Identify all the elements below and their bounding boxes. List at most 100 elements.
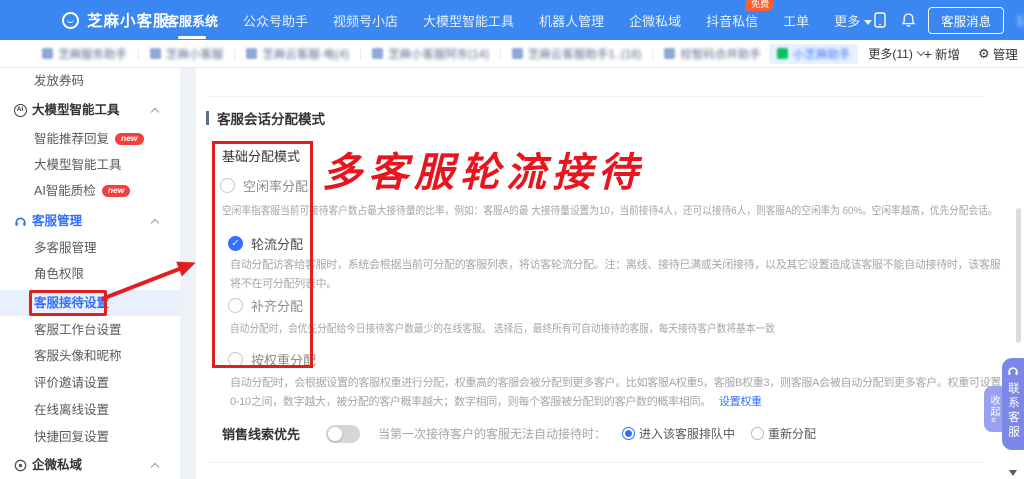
tabbar-actions: + 新增 ⚙ 管理: [924, 44, 1018, 63]
radio-label: 重新分配: [768, 425, 816, 442]
plus-icon: +: [924, 46, 932, 62]
account-tab-label: 芝麻服务助手: [58, 46, 127, 62]
wecom-icon: [13, 458, 27, 472]
gear-icon: ⚙: [978, 46, 990, 62]
radio-selected-icon[interactable]: [622, 427, 635, 440]
headset-icon: [13, 214, 27, 228]
radio-option-reassign[interactable]: 重新分配: [751, 425, 816, 442]
sidebar-item-llm-tools[interactable]: 大模型智能工具: [0, 152, 180, 178]
sidebar-section-wecom[interactable]: 企微私域: [0, 452, 180, 478]
radio-option-weighted[interactable]: 按权重分配: [228, 350, 316, 369]
nav-item-wecom[interactable]: 企微私域: [629, 11, 681, 30]
sales-lead-label: 销售线索优先: [222, 424, 300, 443]
radio-option-idle-rate[interactable]: 空闲率分配: [220, 176, 308, 195]
divider: [208, 462, 984, 463]
sidebar-item-multi-agent[interactable]: 多客服管理: [0, 235, 180, 261]
account-tab-1[interactable]: 芝麻小客服: [142, 44, 232, 64]
nav-item-service-system[interactable]: 客服系统: [166, 11, 218, 30]
account-tab-label: 芝麻小客服阿东(14): [388, 46, 489, 62]
radio-unchecked-icon[interactable]: [228, 352, 243, 367]
mobile-icon[interactable]: [872, 12, 888, 28]
account-phone-number[interactable]: 13918345807: [1016, 13, 1024, 28]
nav-item-video-shop[interactable]: 视频号小店: [333, 11, 398, 30]
sidebar-item-label: AI智能质检: [34, 184, 96, 198]
sales-lead-row: 销售线索优先 当第一次接待客户的客服无法自动接待时： 进入该客服排队中 重新分配: [222, 424, 816, 443]
radio-unselected-icon[interactable]: [751, 427, 764, 440]
tab-separator: |: [652, 48, 655, 60]
account-tab-2[interactable]: 芝麻云客服-电(4): [238, 44, 357, 64]
section-title: 客服会话分配模式: [217, 108, 325, 128]
account-avatar: [246, 48, 257, 59]
nav-item-robot-manage[interactable]: 机器人管理: [539, 11, 604, 30]
more-accounts-label: 更多(11): [868, 45, 912, 62]
radio-option-enter-queue[interactable]: 进入该客服排队中: [622, 425, 735, 442]
chevron-up-icon: [151, 219, 159, 227]
sales-lead-toggle-off[interactable]: [326, 425, 360, 443]
wecom-account-avatar: [777, 48, 788, 59]
sidebar-item-ai-qc[interactable]: AI智能质检 new: [0, 178, 180, 204]
add-account-label: 新增: [935, 44, 960, 63]
nav-item-ticket[interactable]: 工单: [783, 11, 809, 30]
radio-unchecked-icon[interactable]: [228, 298, 243, 313]
set-weight-link[interactable]: 设置权重: [719, 396, 762, 408]
contact-service-button[interactable]: 联系客服: [1002, 358, 1024, 450]
sidebar-item-coupon-codes[interactable]: 发放券码: [0, 68, 180, 94]
sidebar-section-service-manage[interactable]: 客服管理: [0, 208, 180, 234]
account-tab-3[interactable]: 芝麻小客服阿东(14): [364, 44, 497, 64]
radio-checked-icon[interactable]: ✓: [228, 236, 243, 251]
scrollbar-thumb[interactable]: [1016, 208, 1021, 343]
sidebar-section-llm-tools[interactable]: AI 大模型智能工具: [0, 97, 180, 123]
radio-label: 进入该客服排队中: [639, 425, 735, 442]
nav-item-douyin[interactable]: 抖音私信 免费: [706, 11, 758, 30]
heading-bar: [206, 111, 209, 125]
sidebar-item-role-permission[interactable]: 角色权限: [0, 261, 180, 287]
account-tab-label: 芝麻云客服-电(4): [262, 46, 349, 62]
bell-icon[interactable]: [900, 12, 916, 28]
account-tab-label: 小芝麻助手: [793, 46, 851, 62]
radio-label: 空闲率分配: [243, 176, 308, 195]
new-badge: new: [102, 185, 131, 197]
radio-label: 轮流分配: [251, 234, 303, 253]
nav-item-official-account[interactable]: 公众号助手: [243, 11, 308, 30]
add-account-button[interactable]: + 新增: [924, 44, 960, 63]
collapse-widget-button[interactable]: 收起»: [984, 386, 1003, 432]
manage-accounts-button[interactable]: ⚙ 管理: [978, 44, 1018, 63]
account-tabbar: 芝麻服务助手 | 芝麻小客服 | 芝麻云客服-电(4) | 芝麻小客服阿东(14…: [0, 40, 1024, 68]
service-message-button[interactable]: 客服消息: [928, 7, 1004, 34]
headset-icon: [1007, 365, 1019, 377]
sidebar-section-label: 大模型智能工具: [32, 103, 120, 117]
sidebar-section-label: 客服管理: [32, 214, 82, 228]
group-label: 基础分配模式: [222, 146, 300, 165]
sidebar-section-label: 企微私域: [32, 458, 82, 472]
sidebar-item-review-invite[interactable]: 评价邀请设置: [0, 370, 180, 396]
radio-option-fill-up[interactable]: 补齐分配: [228, 296, 303, 315]
account-tab-label: 芝麻小客服: [166, 46, 224, 62]
scroll-corner-icon: [1009, 470, 1017, 476]
tab-separator: |: [359, 48, 362, 60]
sidebar-item-avatar-nickname[interactable]: 客服头像和昵称: [0, 343, 180, 369]
radio-unchecked-icon[interactable]: [220, 178, 235, 193]
sidebar-item-quick-reply[interactable]: 快捷回复设置: [0, 424, 180, 450]
sidebar-item-smart-reply[interactable]: 智能推荐回复new: [0, 126, 180, 152]
brand[interactable]: 芝麻小客服: [0, 9, 166, 31]
account-tab-4[interactable]: 芝麻云客服助手1..(18): [504, 44, 650, 64]
sidebar-item-reception-settings[interactable]: 客服接待设置: [0, 290, 180, 316]
nav-right: 客服消息 13918345807 vip 3: [872, 7, 1024, 34]
account-avatar: [664, 48, 675, 59]
nav-item-llm-tools[interactable]: 大模型智能工具: [423, 11, 514, 30]
account-tab-0[interactable]: 芝麻服务助手: [34, 44, 135, 64]
nav-item-label: 更多: [834, 14, 860, 29]
sidebar-item-online-offline[interactable]: 在线离线设置: [0, 397, 180, 423]
sidebar-item-workbench-settings[interactable]: 客服工作台设置: [0, 317, 180, 343]
nav-item-more[interactable]: 更多: [834, 11, 872, 30]
app-screen: 芝麻小客服 客服系统 公众号助手 视频号小店 大模型智能工具 机器人管理 企微私…: [0, 0, 1024, 479]
main-panel: 客服会话分配模式 基础分配模式 空闲率分配 空闲率指客服当前可接待客户数占最大接…: [196, 68, 1024, 479]
logo-text: 芝麻小客服: [87, 9, 170, 31]
radio-option-round-robin[interactable]: ✓ 轮流分配: [228, 234, 303, 253]
account-tab-5[interactable]: 校智码合并助手: [656, 44, 769, 64]
section-heading: 客服会话分配模式: [206, 108, 325, 128]
contact-service-label: 联系客服: [1005, 382, 1021, 440]
more-accounts-dropdown[interactable]: 更多(11): [868, 45, 923, 62]
account-tab-6-active[interactable]: 小芝麻助手: [769, 44, 859, 64]
logo-icon: [62, 12, 79, 29]
